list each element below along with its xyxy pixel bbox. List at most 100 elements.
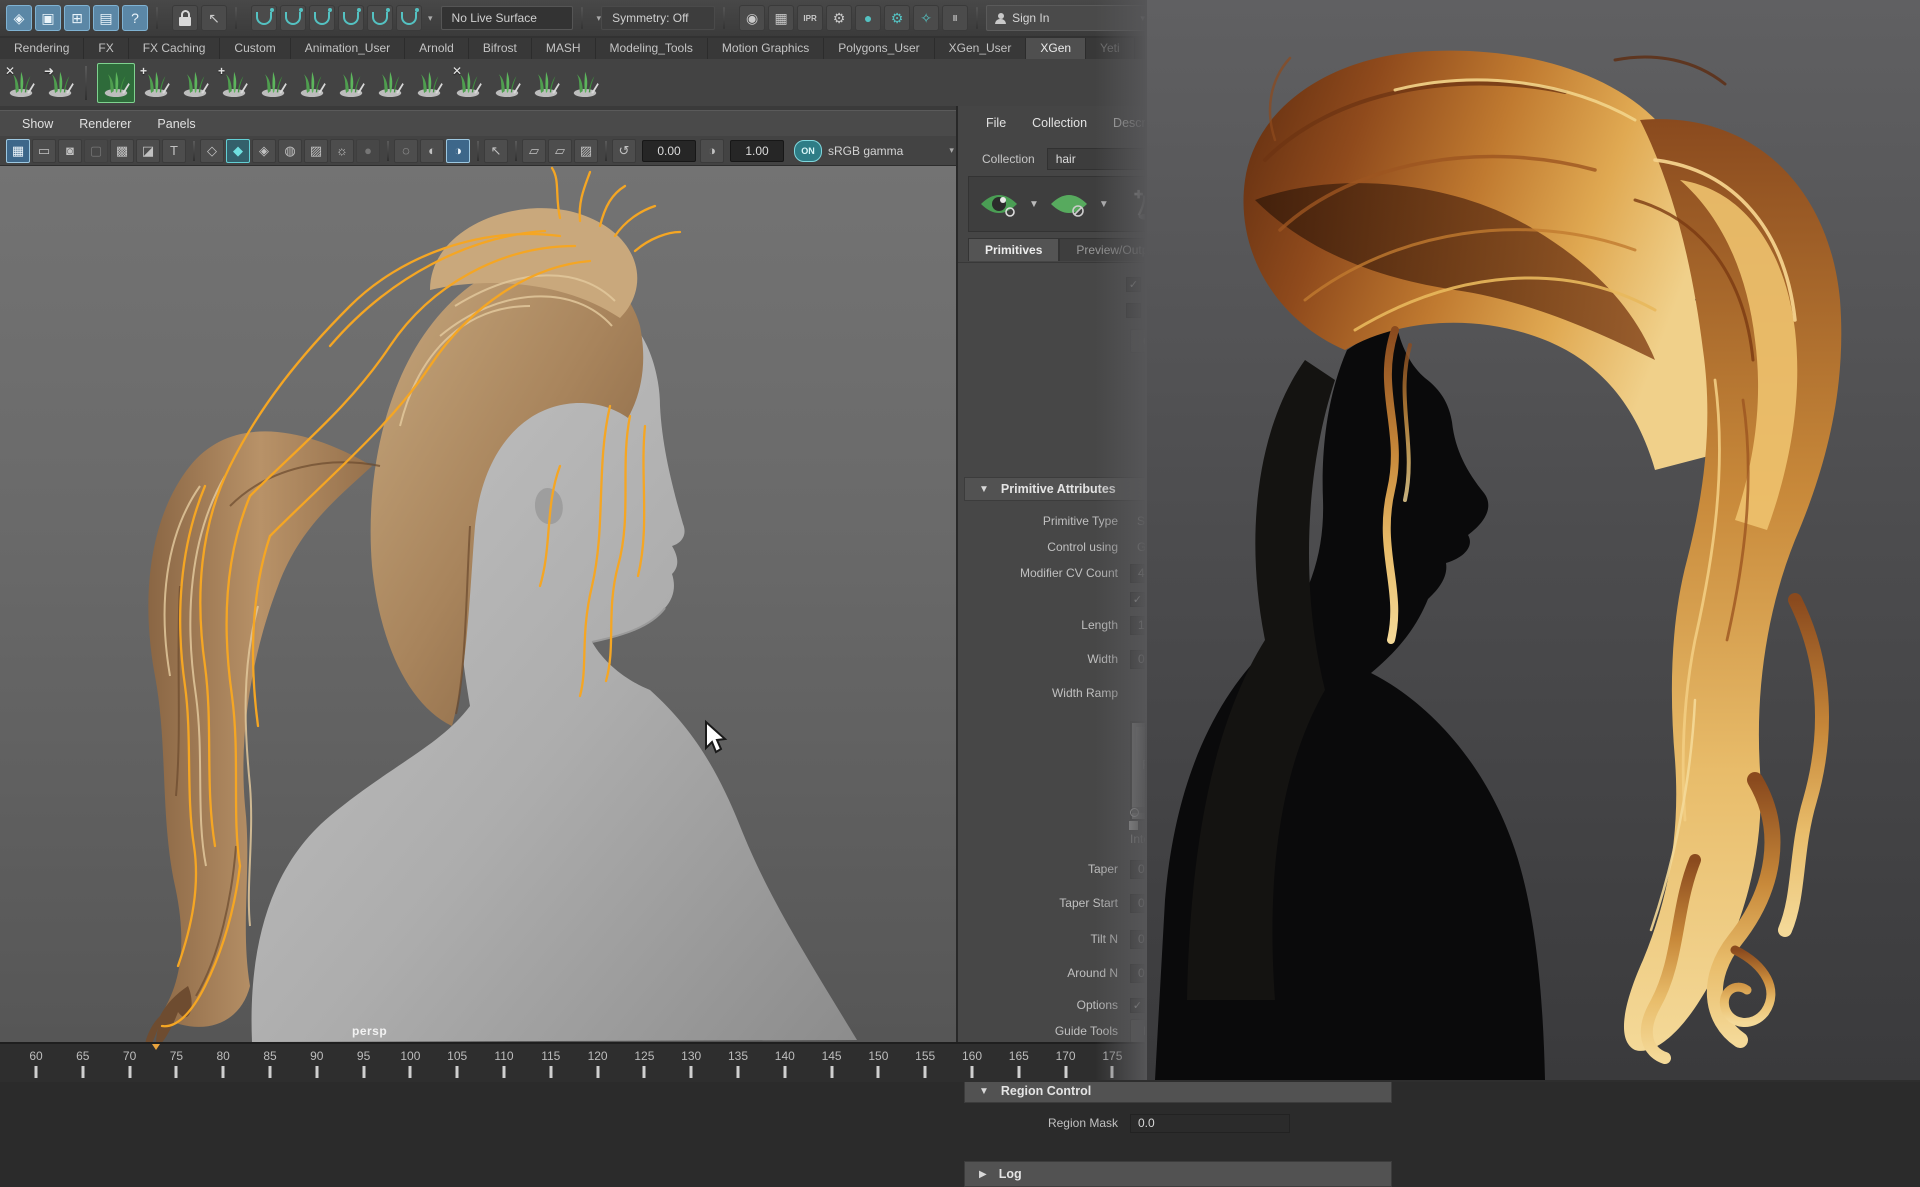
- collapse-triangle-icon[interactable]: ▼: [979, 484, 989, 495]
- menu-renderer[interactable]: Renderer: [79, 117, 131, 131]
- wireframe-on-shaded-icon[interactable]: ◈: [252, 139, 276, 163]
- view-transform-dropdown-icon[interactable]: ▾: [949, 145, 954, 156]
- snap-center-icon[interactable]: [338, 5, 364, 31]
- grid-icon[interactable]: ▦: [6, 139, 30, 163]
- image-plane-icon[interactable]: ▱: [522, 139, 546, 163]
- pause-viewport-icon[interactable]: II: [942, 5, 968, 31]
- timeline-frame-label[interactable]: 90: [310, 1049, 323, 1063]
- shadows-icon[interactable]: ●: [356, 139, 380, 163]
- shelf-tab-fx-caching[interactable]: FX Caching: [129, 38, 221, 59]
- xray-joints-icon[interactable]: ◑: [446, 139, 470, 163]
- render-setup-icon[interactable]: ⚙: [884, 5, 910, 31]
- shelf-tab-polygons-user[interactable]: Polygons_User: [824, 38, 934, 59]
- snap-grid-icon[interactable]: [251, 5, 277, 31]
- light-editor-icon[interactable]: ✧: [913, 5, 939, 31]
- make-live-icon[interactable]: [396, 5, 422, 31]
- snap-viewplane-icon[interactable]: [367, 5, 393, 31]
- xgen-width-icon[interactable]: [567, 64, 603, 102]
- shelf-tab-mash[interactable]: MASH: [532, 38, 596, 59]
- xray-icon[interactable]: ◐: [420, 139, 444, 163]
- field-chart-icon[interactable]: ▩: [110, 139, 134, 163]
- timeline-frame-label[interactable]: 150: [868, 1049, 888, 1063]
- animation-icon[interactable]: ▤: [93, 5, 119, 31]
- tab-primitives[interactable]: Primitives: [968, 238, 1059, 261]
- xgen-comb-icon[interactable]: [255, 64, 291, 102]
- film-gate-icon[interactable]: ▭: [32, 139, 56, 163]
- region-mask-input[interactable]: 0.0: [1130, 1114, 1290, 1133]
- safe-action-icon[interactable]: ◪: [136, 139, 160, 163]
- xgen-bend-icon[interactable]: [411, 64, 447, 102]
- snap-curve-icon[interactable]: [280, 5, 306, 31]
- timeline-frame-label[interactable]: 135: [728, 1049, 748, 1063]
- shelf-tab-animation-user[interactable]: Animation_User: [291, 38, 405, 59]
- render-frame-icon[interactable]: ▦: [768, 5, 794, 31]
- shelf-tab-modeling-tools[interactable]: Modeling_Tools: [596, 38, 708, 59]
- timeline-frame-label[interactable]: 115: [541, 1049, 560, 1063]
- primitive-visibility-eye-icon[interactable]: [1049, 191, 1089, 217]
- xgen-create-description-icon[interactable]: [97, 63, 135, 103]
- shelf-tab-rendering[interactable]: Rendering: [0, 38, 84, 59]
- timeline-frame-label[interactable]: 95: [357, 1049, 370, 1063]
- xgen-export-brush-icon[interactable]: ✕: [3, 64, 39, 102]
- menu-file[interactable]: File: [986, 116, 1006, 130]
- exposure-field[interactable]: 0.00: [642, 140, 696, 162]
- selection-component-icon[interactable]: ⊞: [64, 5, 90, 31]
- help-icon[interactable]: ?: [122, 5, 148, 31]
- menu-show[interactable]: Show: [22, 117, 53, 131]
- view-transform-toggle[interactable]: ON: [794, 140, 822, 162]
- render-settings-icon[interactable]: ⚙: [826, 5, 852, 31]
- select-cursor-icon[interactable]: ↖: [484, 139, 508, 163]
- gamma-field[interactable]: 1.00: [730, 140, 784, 162]
- hypershade-icon[interactable]: ●: [855, 5, 881, 31]
- timeline-frame-label[interactable]: 65: [76, 1049, 89, 1063]
- guide-visibility-eye-icon[interactable]: [979, 191, 1019, 217]
- xgen-groom-brush-icon[interactable]: [177, 64, 213, 102]
- shelf-tab-custom[interactable]: Custom: [220, 38, 290, 59]
- section-log[interactable]: ▶ Log: [964, 1161, 1392, 1187]
- selection-object-icon[interactable]: ▣: [35, 5, 61, 31]
- timeline-frame-label[interactable]: 125: [634, 1049, 654, 1063]
- menu-collection[interactable]: Collection: [1032, 116, 1087, 130]
- timeline-frame-label[interactable]: 75: [170, 1049, 183, 1063]
- gamma-icon[interactable]: ◑: [700, 139, 724, 163]
- timeline-frame-label[interactable]: 165: [1009, 1049, 1029, 1063]
- timeline-frame-label[interactable]: 130: [681, 1049, 701, 1063]
- textured-icon[interactable]: ◍: [278, 139, 302, 163]
- xgen-add-cv-icon[interactable]: +: [216, 64, 252, 102]
- xgen-smooth-icon[interactable]: [294, 64, 330, 102]
- ipr-render-icon[interactable]: IPR: [797, 5, 823, 31]
- gate-mask-icon[interactable]: ▢: [84, 139, 108, 163]
- xgen-noise-icon[interactable]: ✕: [450, 64, 486, 102]
- xgen-add-guide-icon[interactable]: +: [138, 64, 174, 102]
- menu-panels[interactable]: Panels: [157, 117, 195, 131]
- snap-dropdown-icon[interactable]: ▾: [428, 13, 433, 24]
- shelf-tab-fx[interactable]: FX: [84, 38, 128, 59]
- timeline-frame-label[interactable]: 105: [447, 1049, 467, 1063]
- shelf-tab-arnold[interactable]: Arnold: [405, 38, 469, 59]
- timeline-frame-label[interactable]: 70: [123, 1049, 136, 1063]
- section-region-control[interactable]: ▼ Region Control: [964, 1079, 1392, 1103]
- view-transform-select[interactable]: sRGB gamma ▾: [828, 144, 954, 158]
- shelf-tab-xgen[interactable]: XGen: [1026, 38, 1086, 59]
- snap-point-icon[interactable]: [309, 5, 335, 31]
- isolate-select-icon[interactable]: ◌: [394, 139, 418, 163]
- shelf-tab-motion-graphics[interactable]: Motion Graphics: [708, 38, 824, 59]
- xgen-length-icon[interactable]: [528, 64, 564, 102]
- eye-dropdown-icon[interactable]: ▼: [1029, 199, 1039, 210]
- live-surface-field[interactable]: No Live Surface: [441, 6, 573, 30]
- shaded-icon[interactable]: ◆: [226, 139, 250, 163]
- timeline-frame-label[interactable]: 160: [962, 1049, 982, 1063]
- timeline-frame-label[interactable]: 80: [217, 1049, 230, 1063]
- exposure-icon[interactable]: ↺: [612, 139, 636, 163]
- xgen-import-brush-icon[interactable]: ➜: [42, 64, 78, 102]
- select-tool-icon[interactable]: ↖: [201, 5, 227, 31]
- timeline-frame-label[interactable]: 140: [775, 1049, 795, 1063]
- selection-hierarchy-icon[interactable]: ◈: [6, 5, 32, 31]
- resolution-gate-icon[interactable]: ◙: [58, 139, 82, 163]
- lock-icon[interactable]: [172, 5, 198, 31]
- xgen-part-icon[interactable]: [372, 64, 408, 102]
- expand-triangle-icon[interactable]: ▶: [979, 1169, 987, 1180]
- image-plane2-icon[interactable]: ▱: [548, 139, 572, 163]
- xgen-cut-icon[interactable]: [333, 64, 369, 102]
- timeline-frame-label[interactable]: 60: [29, 1049, 42, 1063]
